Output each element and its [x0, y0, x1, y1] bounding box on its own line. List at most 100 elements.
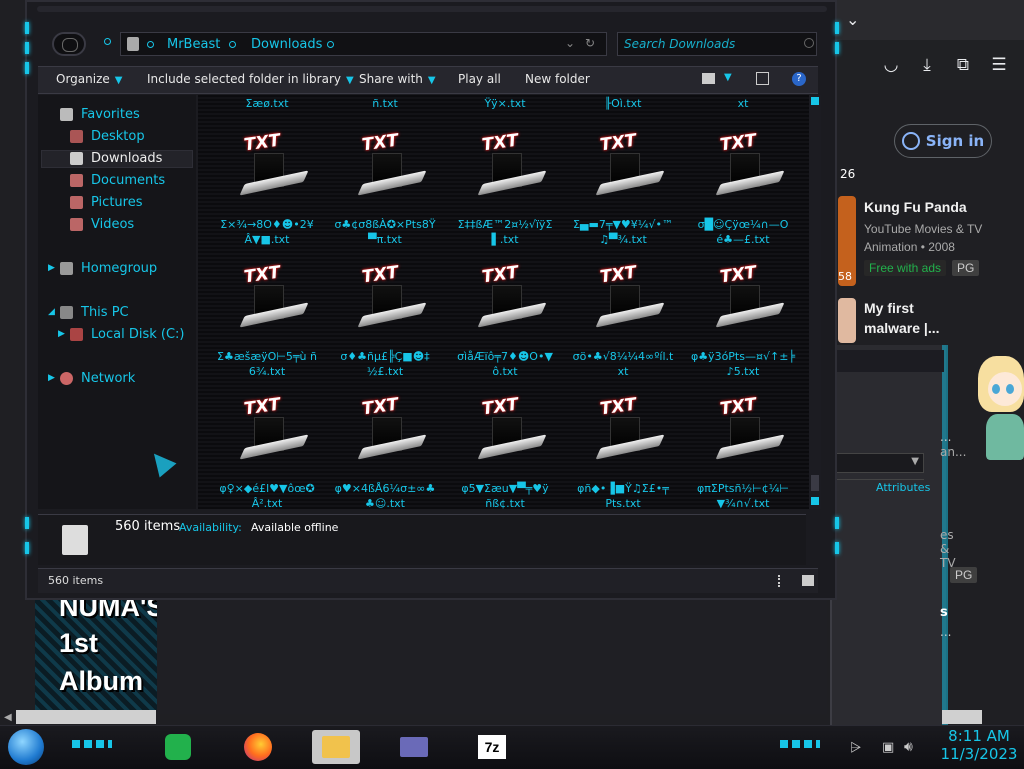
- nav-downloads[interactable]: Downloads: [70, 151, 162, 166]
- extensions-icon[interactable]: ⧉: [952, 54, 974, 76]
- file-item[interactable]: TXT φ5▼Σæu▼▀╤♥ÿ ñß¢.txt: [450, 389, 560, 509]
- folder-location-icon: [127, 37, 139, 51]
- star-butterfly-sticker: [966, 350, 1024, 465]
- scroll-up-icon[interactable]: [811, 97, 819, 105]
- window-titlebar: [832, 350, 944, 372]
- browser-toolbar: ◡ ⤓ ⧉ ☰: [830, 40, 1024, 90]
- file-item[interactable]: TXT σ♣¢σ8ßÀ✪×Pts8Ÿ ▀π.txt: [330, 125, 440, 253]
- file-item[interactable]: TXT σ█☺Çÿœ¼∩—O é♣—£.txt: [688, 125, 798, 253]
- file-name: φ5▼Σæu▼▀╤♥ÿ ñß¢.txt: [461, 482, 549, 509]
- file-item[interactable]: TXT φñ◆•▐■Ÿ♫Σ£•╤ Pts.txt: [568, 389, 678, 509]
- nav-documents[interactable]: Documents: [70, 173, 165, 188]
- breadcrumb-downloads[interactable]: Downloads: [251, 37, 322, 52]
- rec-title-malware-line1[interactable]: My first: [864, 300, 914, 316]
- nav-network[interactable]: Network: [60, 371, 135, 386]
- network-tray-icon[interactable]: ▣: [882, 740, 894, 755]
- file-item[interactable]: TXT σìåÆïô╤7♦☻O•▼ ô.txt: [450, 257, 560, 385]
- nav-favorites[interactable]: Favorites: [60, 107, 140, 122]
- search-icon[interactable]: [804, 38, 814, 48]
- include-in-library-button[interactable]: Include selected folder in library ▼: [147, 72, 354, 86]
- file-item[interactable]: TXT σ♦♣ñµ£╠Ç■☻‡ ½£.txt: [330, 257, 440, 385]
- start-button[interactable]: [8, 729, 44, 765]
- file-item[interactable]: TXT Σ▄▬7╤▼♥¥¼√•™ ♫▀¾.txt: [568, 125, 678, 253]
- availability-label: Availability:: [179, 521, 242, 534]
- taskbar-clock[interactable]: 8:11 AM 11/3/2023: [934, 727, 1024, 763]
- desktop-icon: [70, 130, 83, 143]
- recent-pages-icon[interactable]: [104, 38, 111, 45]
- back-forward-button[interactable]: [52, 32, 86, 56]
- refresh-icon[interactable]: ↻: [585, 36, 595, 50]
- file-item[interactable]: TXT φπΣPtsñ½⊢¢¼⊢ ▼¾∩√.txt: [688, 389, 798, 509]
- file-item[interactable]: TXT φ♀×◆é£l♥▼ôœ✪ Â².txt: [212, 389, 322, 509]
- organize-button[interactable]: Organize ▼: [56, 72, 122, 86]
- taskbar-firefox[interactable]: [234, 730, 282, 764]
- breadcrumb-mrbeast[interactable]: MrBeast: [167, 37, 220, 52]
- file-item[interactable]: TXT φ♣ÿ3óPts—¤√↑±╞ ♪5.txt: [688, 257, 798, 385]
- clock-date: 11/3/2023: [940, 745, 1018, 763]
- thumbnail-malware[interactable]: [838, 298, 856, 343]
- file-item[interactable]: TXT Σ♣æšæÿO⊢5╤ù ñ 6¾.txt: [212, 257, 322, 385]
- file-name-partial[interactable]: Ÿÿ×.txt: [460, 97, 550, 110]
- scrollbar-thumb[interactable]: [16, 710, 156, 724]
- nav-local-disk[interactable]: Local Disk (C:): [70, 327, 184, 342]
- download-icon[interactable]: ⤓: [916, 54, 938, 76]
- file-item[interactable]: TXT σö•♣√8¼¼4∞ºíl.t xt: [568, 257, 678, 385]
- file-item[interactable]: TXT φ♥×4ßÅ6¼σ±∞♣ ♣☺.txt: [330, 389, 440, 509]
- dropdown-field[interactable]: ▼: [832, 453, 924, 473]
- share-with-button[interactable]: Share with ▼: [359, 72, 436, 86]
- volume-icon[interactable]: 🔊︎: [904, 739, 913, 755]
- address-bar[interactable]: MrBeast Downloads ⌄ ↻: [120, 32, 607, 56]
- vertical-scrollbar[interactable]: [809, 95, 821, 509]
- expand-icon[interactable]: ▶: [48, 373, 55, 383]
- file-name-partial[interactable]: ñ.txt: [340, 97, 430, 110]
- pocket-icon[interactable]: ◡: [880, 54, 902, 76]
- chevron-down-icon: ▼: [345, 75, 354, 86]
- frame-accent: [25, 517, 29, 529]
- expand-icon[interactable]: ▶: [48, 263, 55, 273]
- nav-pictures[interactable]: Pictures: [70, 195, 142, 210]
- file-item[interactable]: TXT Σ×¾→8O♦☻•2¥ Â▼■.txt: [212, 125, 322, 253]
- file-name-partial[interactable]: xt: [698, 97, 788, 110]
- new-folder-button[interactable]: New folder: [525, 72, 590, 86]
- collapse-icon[interactable]: ◢: [48, 307, 55, 317]
- nav-this-pc[interactable]: This PC: [60, 305, 129, 320]
- taskbar-control-panel[interactable]: [390, 730, 438, 764]
- preview-pane-icon[interactable]: [756, 72, 769, 85]
- scroll-down-icon[interactable]: [811, 497, 819, 505]
- sign-in-button[interactable]: Sign in: [894, 124, 992, 158]
- expand-icon[interactable]: ▶: [58, 329, 65, 339]
- clock-time: 8:11 AM: [948, 727, 1010, 745]
- file-name-partial[interactable]: Σæø.txt: [222, 97, 312, 110]
- address-dropdown-icon[interactable]: ⌄: [565, 36, 575, 50]
- taskbar-7zip[interactable]: 7z: [468, 730, 516, 764]
- taskbar-notes-app[interactable]: [154, 730, 202, 764]
- nav-desktop[interactable]: Desktop: [70, 129, 145, 144]
- view-options-icon[interactable]: [702, 73, 715, 84]
- file-name-partial[interactable]: ╟Oì.txt: [578, 97, 668, 110]
- large-icons-view-icon[interactable]: [802, 575, 814, 586]
- breadcrumb-separator-icon[interactable]: [147, 41, 154, 48]
- menu-icon[interactable]: ☰: [988, 54, 1010, 76]
- file-item[interactable]: TXT Σ‡‡ßÆ™2¤½√ïÿΣ ▌.txt: [450, 125, 560, 253]
- breadcrumb-separator-icon[interactable]: [327, 41, 334, 48]
- chevron-down-icon[interactable]: ⌄: [846, 10, 859, 29]
- chevron-down-icon[interactable]: ▼: [724, 72, 732, 83]
- details-view-icon[interactable]: [778, 575, 784, 587]
- taskbar-file-explorer[interactable]: [312, 730, 360, 764]
- txt-file-icon: TXT: [715, 263, 785, 335]
- rec-title-kung-fu-panda[interactable]: Kung Fu Panda: [864, 199, 967, 215]
- breadcrumb-separator-icon[interactable]: [229, 41, 236, 48]
- rec-title-malware-line2[interactable]: malware |...: [864, 320, 940, 336]
- network-icon: [60, 372, 73, 385]
- scroll-left-icon[interactable]: ◀: [4, 712, 12, 723]
- scroll-thumb[interactable]: [811, 475, 819, 491]
- search-input[interactable]: Search Downloads: [617, 32, 817, 56]
- scrollbar-track[interactable]: [942, 710, 982, 724]
- chevron-down-icon: ▼: [427, 75, 436, 86]
- play-all-button[interactable]: Play all: [458, 72, 501, 86]
- nav-videos[interactable]: Videos: [70, 217, 134, 232]
- help-icon[interactable]: ?: [792, 72, 806, 86]
- txt-file-icon: TXT: [595, 131, 665, 203]
- nav-homegroup[interactable]: Homegroup: [60, 261, 157, 276]
- show-hidden-icons-icon[interactable]: ⩥: [850, 740, 861, 756]
